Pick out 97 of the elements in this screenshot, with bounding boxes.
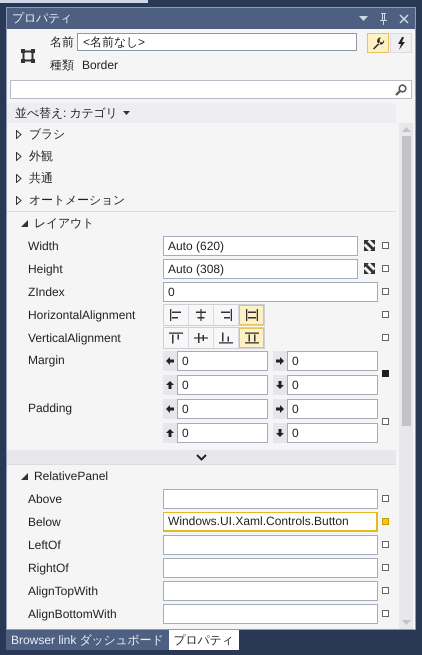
dropdown-icon bbox=[122, 111, 130, 115]
property-name: AlignTopWith bbox=[28, 584, 100, 598]
pin-icon[interactable] bbox=[379, 12, 388, 24]
thickness-field[interactable]: 0 bbox=[287, 375, 378, 395]
align-top-icon bbox=[169, 332, 183, 344]
property-marker[interactable] bbox=[382, 370, 389, 376]
property-name: AlignBottomWith bbox=[28, 606, 118, 620]
property-name: Padding bbox=[28, 400, 74, 415]
alignment-button[interactable] bbox=[239, 328, 264, 348]
property-name: Height bbox=[28, 262, 64, 276]
thickness-field[interactable]: 0 bbox=[177, 423, 268, 443]
expanded-triangle-icon[interactable] bbox=[21, 472, 28, 480]
align-right-icon bbox=[219, 308, 233, 320]
property-name: ZIndex bbox=[28, 284, 66, 298]
panel-tab[interactable]: プロパティ bbox=[168, 630, 239, 650]
properties-button[interactable] bbox=[367, 33, 389, 53]
property-marker[interactable] bbox=[382, 564, 389, 571]
thickness-field[interactable]: 0 bbox=[177, 399, 268, 419]
property-name: Margin bbox=[28, 352, 66, 367]
align-center-icon bbox=[194, 308, 208, 320]
category-label: ブラシ bbox=[29, 126, 65, 142]
right-arrow-icon bbox=[275, 404, 285, 414]
wrench-icon bbox=[372, 36, 384, 50]
property-field[interactable] bbox=[163, 488, 378, 508]
property-marker[interactable] bbox=[382, 518, 389, 525]
collapsed-triangle-icon[interactable] bbox=[16, 196, 22, 204]
alignment-button[interactable] bbox=[239, 304, 264, 324]
property-marker[interactable] bbox=[382, 242, 389, 249]
property-marker[interactable] bbox=[382, 334, 389, 341]
property-field[interactable] bbox=[163, 534, 378, 554]
right-arrow-icon bbox=[275, 356, 285, 366]
property-name: Above bbox=[28, 492, 64, 506]
align-bottom-icon bbox=[219, 332, 233, 344]
category-label: RelativePanel bbox=[34, 469, 108, 483]
up-arrow-icon bbox=[165, 380, 175, 390]
up-arrow-icon bbox=[165, 428, 175, 438]
type-value: Border bbox=[81, 58, 118, 72]
collapsed-triangle-icon[interactable] bbox=[16, 130, 22, 138]
collapsed-triangle-icon[interactable] bbox=[16, 152, 22, 160]
collapsed-triangle-icon[interactable] bbox=[16, 174, 22, 182]
property-name: Width bbox=[28, 238, 60, 252]
window-title: プロパティ bbox=[12, 10, 73, 27]
thickness-field[interactable]: 0 bbox=[287, 423, 378, 443]
scrollbar[interactable] bbox=[399, 123, 413, 629]
left-arrow-icon bbox=[165, 404, 175, 414]
thickness-field[interactable]: 0 bbox=[287, 351, 378, 371]
category-label: レイアウト bbox=[34, 214, 94, 232]
property-field[interactable]: Auto (620) bbox=[163, 236, 358, 256]
down-arrow-icon bbox=[275, 428, 285, 438]
property-field[interactable]: Windows.UI.Xaml.Controls.Button bbox=[163, 512, 378, 532]
category-label: 外観 bbox=[29, 148, 53, 164]
search-icon bbox=[395, 84, 407, 96]
property-field[interactable]: 0 bbox=[163, 282, 378, 302]
property-field[interactable] bbox=[163, 580, 378, 600]
property-marker[interactable] bbox=[382, 495, 389, 502]
property-field[interactable] bbox=[163, 604, 378, 624]
align-left-icon bbox=[169, 308, 183, 320]
property-marker[interactable] bbox=[382, 541, 389, 548]
dropdown-icon[interactable] bbox=[359, 16, 368, 21]
sort-dropdown[interactable]: 並べ替え: カテゴリ bbox=[15, 104, 118, 122]
property-name: RightOf bbox=[28, 560, 70, 574]
category-label: 共通 bbox=[29, 170, 53, 186]
thickness-field[interactable]: 0 bbox=[177, 351, 268, 371]
property-field[interactable] bbox=[163, 558, 378, 578]
expand-arrows-icon[interactable] bbox=[364, 240, 375, 251]
property-marker[interactable] bbox=[382, 288, 389, 295]
align-middle-icon bbox=[194, 332, 208, 344]
chevron-down-icon bbox=[196, 454, 207, 460]
thickness-field[interactable]: 0 bbox=[287, 399, 378, 419]
search-field[interactable] bbox=[10, 80, 412, 99]
category-label: オートメーション bbox=[29, 192, 125, 208]
panel-tab[interactable]: Browser link ダッシュボード bbox=[6, 630, 169, 650]
property-marker[interactable] bbox=[382, 418, 389, 424]
property-marker[interactable] bbox=[382, 587, 389, 594]
property-name: VerticalAlignment bbox=[28, 330, 122, 344]
thickness-field[interactable]: 0 bbox=[177, 375, 268, 395]
left-arrow-icon bbox=[165, 356, 175, 366]
events-button[interactable] bbox=[390, 33, 412, 53]
property-marker[interactable] bbox=[382, 610, 389, 617]
align-fill-icon bbox=[244, 332, 258, 344]
expand-arrows-icon[interactable] bbox=[364, 263, 375, 274]
name-field[interactable]: <名前なし> bbox=[77, 33, 357, 51]
expanded-triangle-icon[interactable] bbox=[21, 220, 28, 226]
property-name: Below bbox=[28, 514, 62, 528]
border-icon bbox=[21, 49, 35, 63]
property-field[interactable]: Auto (308) bbox=[163, 258, 358, 278]
close-icon[interactable] bbox=[399, 14, 409, 24]
down-arrow-icon bbox=[275, 380, 285, 390]
scrollbar-thumb[interactable] bbox=[402, 136, 410, 426]
property-marker[interactable] bbox=[382, 311, 389, 318]
property-name: LeftOf bbox=[28, 538, 62, 552]
type-label: 種類 bbox=[50, 56, 75, 74]
property-name: HorizontalAlignment bbox=[28, 308, 136, 322]
lightning-icon bbox=[396, 36, 406, 50]
name-label: 名前 bbox=[50, 34, 75, 50]
property-marker[interactable] bbox=[382, 265, 389, 272]
align-stretch-icon bbox=[244, 308, 258, 320]
